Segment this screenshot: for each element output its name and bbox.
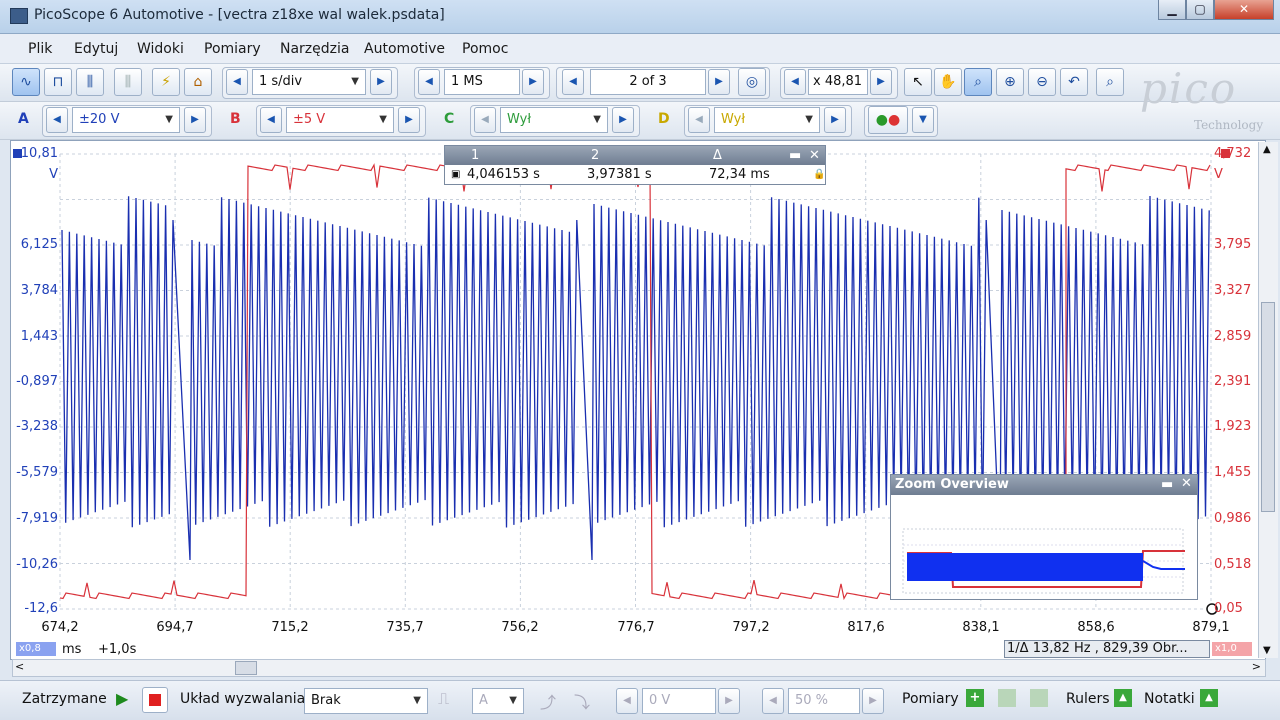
left-tick: -0,897 bbox=[16, 374, 58, 389]
add-measurement-icon[interactable]: + bbox=[966, 689, 984, 707]
ruler-value-delta: 72,34 ms bbox=[709, 167, 770, 182]
left-tick: 3,784 bbox=[20, 283, 58, 298]
x-zoom-right-badge: x1,0 bbox=[1212, 642, 1252, 656]
x-tick: 694,7 bbox=[156, 620, 194, 635]
left-tick: -5,579 bbox=[16, 465, 58, 480]
ruler-values-row: ▣ 4,046153 s 3,97381 s 72,34 ms 🔒 bbox=[445, 165, 825, 185]
frequency-prefix: 1/Δ bbox=[1007, 641, 1029, 656]
trigger-level-value: 0 V bbox=[649, 693, 671, 708]
left-tick: 10,81 bbox=[20, 146, 58, 161]
vertical-scroll-thumb[interactable] bbox=[1261, 302, 1275, 512]
frequency-value: 13,82 Hz , 829,39 Obr... bbox=[1032, 641, 1188, 656]
trigger-level-field[interactable]: 0 V bbox=[642, 688, 716, 714]
x-tick: 715,2 bbox=[271, 620, 309, 635]
ruler-value-1: 4,046153 s bbox=[467, 167, 540, 182]
pretrigger-prev-button[interactable]: ◀ bbox=[762, 688, 784, 714]
trigger-mode-select[interactable]: Brak ▼ bbox=[304, 688, 428, 714]
left-tick: -7,919 bbox=[16, 511, 58, 526]
left-unit: V bbox=[49, 167, 58, 182]
scroll-up-icon[interactable]: ▲ bbox=[1263, 144, 1271, 155]
trigger-channel-select[interactable]: A ▼ bbox=[472, 688, 524, 714]
close-icon[interactable]: ✕ bbox=[1181, 476, 1192, 491]
zoom-overview-panel[interactable]: Zoom Overview ▬ ✕ bbox=[890, 474, 1198, 600]
minimize-icon[interactable]: ▬ bbox=[1161, 477, 1173, 492]
x-tick: 674,2 bbox=[41, 620, 79, 635]
ruler-value-2: 3,97381 s bbox=[587, 167, 652, 182]
stop-capture-button[interactable] bbox=[142, 687, 168, 713]
scroll-left-icon[interactable]: < bbox=[15, 660, 24, 673]
x-tick: 879,1 bbox=[1192, 620, 1230, 635]
trigger-level-next-button[interactable]: ▶ bbox=[718, 688, 740, 714]
notes-toggle-icon[interactable]: ▲ bbox=[1200, 689, 1218, 707]
notes-label: Notatki bbox=[1144, 691, 1195, 707]
left-tick: -10,26 bbox=[16, 557, 58, 572]
horizontal-scroll-thumb[interactable] bbox=[235, 661, 257, 675]
zoom-overview-thumbnail[interactable] bbox=[891, 495, 1197, 599]
right-tick: 2,859 bbox=[1214, 329, 1252, 344]
right-tick: 0,518 bbox=[1214, 557, 1252, 572]
horizontal-scrollbar[interactable]: < > bbox=[12, 659, 1266, 677]
start-capture-icon[interactable]: ▶ bbox=[116, 689, 128, 708]
right-axis: 4,732 V 3,795 3,327 2,859 2,391 1,923 1,… bbox=[1212, 140, 1264, 620]
status-bar: Zatrzymane ▶ Układ wyzwalania Brak ▼ ⎍ A ▼… bbox=[0, 680, 1280, 720]
x-tick: 756,2 bbox=[501, 620, 539, 635]
x-tick: 735,7 bbox=[386, 620, 424, 635]
frequency-readout[interactable]: 1/Δ 13,82 Hz , 829,39 Obr... bbox=[1004, 640, 1210, 658]
ruler-checkbox-icon[interactable]: ▣ bbox=[451, 169, 460, 180]
zoom-overview-title: Zoom Overview bbox=[895, 477, 1009, 492]
vertical-scrollbar[interactable]: ▲ ▼ bbox=[1258, 142, 1278, 658]
x-tick: 797,2 bbox=[732, 620, 770, 635]
x-tick: 858,6 bbox=[1077, 620, 1115, 635]
right-tick: 3,327 bbox=[1214, 283, 1252, 298]
trigger-edge-icon[interactable]: ⎍ bbox=[438, 689, 449, 709]
right-tick: 0,05 bbox=[1214, 601, 1243, 616]
pretrigger-value: 50 % bbox=[795, 693, 829, 708]
trigger-channel-value: A bbox=[479, 693, 488, 708]
right-tick: 3,795 bbox=[1214, 237, 1252, 252]
scroll-down-icon[interactable]: ▼ bbox=[1263, 645, 1271, 656]
right-tick: 1,923 bbox=[1214, 419, 1252, 434]
ruler-col-delta: Δ bbox=[713, 148, 722, 163]
ruler-legend[interactable]: 1 2 Δ ▬ ✕ ▣ 4,046153 s 3,97381 s 72,34 m… bbox=[444, 145, 826, 185]
scroll-right-icon[interactable]: > bbox=[1252, 660, 1261, 673]
ruler-col-1: 1 bbox=[471, 148, 480, 163]
x-tick: 776,7 bbox=[617, 620, 655, 635]
minimize-icon[interactable]: ▬ bbox=[789, 148, 801, 163]
x-zoom-left-badge: x0,8 bbox=[16, 642, 56, 656]
left-tick: 6,125 bbox=[20, 237, 58, 252]
stop-icon bbox=[149, 694, 161, 706]
trigger-falling-icon[interactable]: ⤵ bbox=[574, 689, 590, 713]
left-tick: -3,238 bbox=[16, 419, 58, 434]
rulers-label: Rulers bbox=[1066, 691, 1110, 707]
right-unit: V bbox=[1214, 167, 1223, 182]
trigger-label: Układ wyzwalania bbox=[180, 691, 306, 707]
right-tick: 0,986 bbox=[1214, 511, 1252, 526]
lock-icon[interactable]: 🔒 bbox=[813, 169, 825, 180]
edit-measurement-icon[interactable] bbox=[998, 689, 1016, 707]
trigger-rising-icon[interactable]: ⤴ bbox=[540, 689, 556, 713]
close-icon[interactable]: ✕ bbox=[809, 148, 820, 163]
measurements-label: Pomiary bbox=[902, 691, 959, 707]
x-tick: 817,6 bbox=[847, 620, 885, 635]
trigger-level-prev-button[interactable]: ◀ bbox=[616, 688, 638, 714]
rulers-toggle-icon[interactable]: ▲ bbox=[1114, 689, 1132, 707]
left-tick: 1,443 bbox=[20, 329, 58, 344]
x-axis-offset: +1,0s bbox=[98, 642, 137, 657]
right-tick: 1,455 bbox=[1214, 465, 1252, 480]
left-tick: -12,6 bbox=[24, 601, 58, 616]
capture-state-label: Zatrzymane bbox=[22, 691, 107, 707]
trigger-mode-value: Brak bbox=[311, 693, 341, 708]
ruler-legend-header[interactable]: 1 2 Δ ▬ ✕ bbox=[445, 146, 825, 165]
ruler-col-2: 2 bbox=[591, 148, 600, 163]
left-axis: 10,81 V 6,125 3,784 1,443 -0,897 -3,238 … bbox=[12, 140, 60, 620]
right-tick: 4,732 bbox=[1214, 146, 1252, 161]
pretrigger-next-button[interactable]: ▶ bbox=[862, 688, 884, 714]
waveform-plot[interactable] bbox=[0, 0, 1280, 720]
x-axis-unit: ms bbox=[62, 642, 82, 657]
pretrigger-field[interactable]: 50 % bbox=[788, 688, 860, 714]
zoom-overview-header[interactable]: Zoom Overview ▬ ✕ bbox=[891, 475, 1197, 495]
x-tick: 838,1 bbox=[962, 620, 1000, 635]
delete-measurement-icon[interactable] bbox=[1030, 689, 1048, 707]
right-tick: 2,391 bbox=[1214, 374, 1252, 389]
